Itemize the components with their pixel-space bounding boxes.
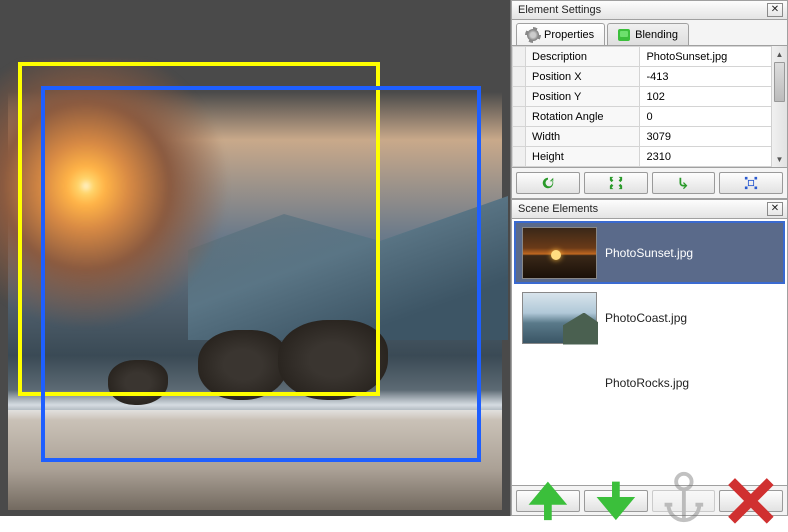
thumbnail-coast [522,292,597,344]
prop-value[interactable]: 3079 [640,127,787,147]
table-row: Position Y102 [513,87,787,107]
prop-value[interactable]: -413 [640,67,787,87]
prop-value[interactable]: 2310 [640,147,787,167]
gear-icon [527,29,539,41]
arrow-up-icon [517,470,579,532]
prop-key: Rotation Angle [526,107,640,127]
side-panels: Element Settings ✕ Properties Blending D… [510,0,788,516]
scene-item-label: PhotoRocks.jpg [605,376,689,390]
scroll-thumb[interactable] [774,62,785,102]
prop-key: Position Y [526,87,640,107]
prop-key: Position X [526,67,640,87]
refresh-button[interactable] [516,172,580,194]
scene-elements-title: Scene Elements [518,203,767,215]
table-row: Rotation Angle0 [513,107,787,127]
fit-button[interactable] [584,172,648,194]
scene-elements-list: PhotoSunset.jpg PhotoCoast.jpg PhotoRock… [511,219,788,486]
close-icon[interactable]: ✕ [767,3,783,17]
scene-item-coast[interactable]: PhotoCoast.jpg [514,286,785,349]
tab-properties[interactable]: Properties [516,23,605,45]
prop-value[interactable]: PhotoSunset.jpg [640,47,787,67]
prop-value[interactable]: 102 [640,87,787,107]
arrow-down-icon [585,470,647,532]
table-row: Width3079 [513,127,787,147]
table-row: DescriptionPhotoSunset.jpg [513,47,787,67]
anchor-button[interactable] [652,490,716,512]
refresh-icon [541,176,555,190]
center-button[interactable] [719,172,783,194]
prop-key: Description [526,47,640,67]
element-settings-title: Element Settings [518,4,767,16]
prop-key: Width [526,127,640,147]
scroll-down-icon[interactable]: ▼ [772,151,787,167]
scroll-up-icon[interactable]: ▲ [772,46,787,62]
scene-item-label: PhotoSunset.jpg [605,246,693,260]
scene-item-sunset[interactable]: PhotoSunset.jpg [514,221,785,284]
selection-box-blue[interactable] [41,86,481,462]
scene-item-label: PhotoCoast.jpg [605,311,687,325]
delete-icon [720,470,782,532]
properties-body: DescriptionPhotoSunset.jpg Position X-41… [511,46,788,168]
rotate-icon [676,176,690,190]
thumbnail-sunset [522,227,597,279]
tab-blending-label: Blending [635,29,678,41]
properties-scrollbar[interactable]: ▲ ▼ [771,46,787,167]
focus-icon [744,176,758,190]
move-up-button[interactable] [516,490,580,512]
settings-toolbar [511,168,788,199]
settings-tabs: Properties Blending [511,20,788,46]
prop-value[interactable]: 0 [640,107,787,127]
table-row: Position X-413 [513,67,787,87]
properties-table: DescriptionPhotoSunset.jpg Position X-41… [512,46,787,167]
delete-button[interactable] [719,490,783,512]
tab-properties-label: Properties [544,29,594,41]
table-row: Height2310 [513,147,787,167]
tab-blending[interactable]: Blending [607,23,689,45]
rotate-button[interactable] [652,172,716,194]
scene-elements-header: Scene Elements ✕ [511,199,788,219]
scene-item-rocks[interactable]: PhotoRocks.jpg [514,351,785,414]
element-settings-header: Element Settings ✕ [511,0,788,20]
prop-key: Height [526,147,640,167]
move-down-button[interactable] [584,490,648,512]
expand-icon [609,176,623,190]
close-icon[interactable]: ✕ [767,202,783,216]
anchor-icon [653,470,715,532]
blending-icon [618,29,630,41]
scene-toolbar [511,486,788,516]
canvas-workspace[interactable] [0,0,510,516]
canvas-composite [8,20,502,510]
